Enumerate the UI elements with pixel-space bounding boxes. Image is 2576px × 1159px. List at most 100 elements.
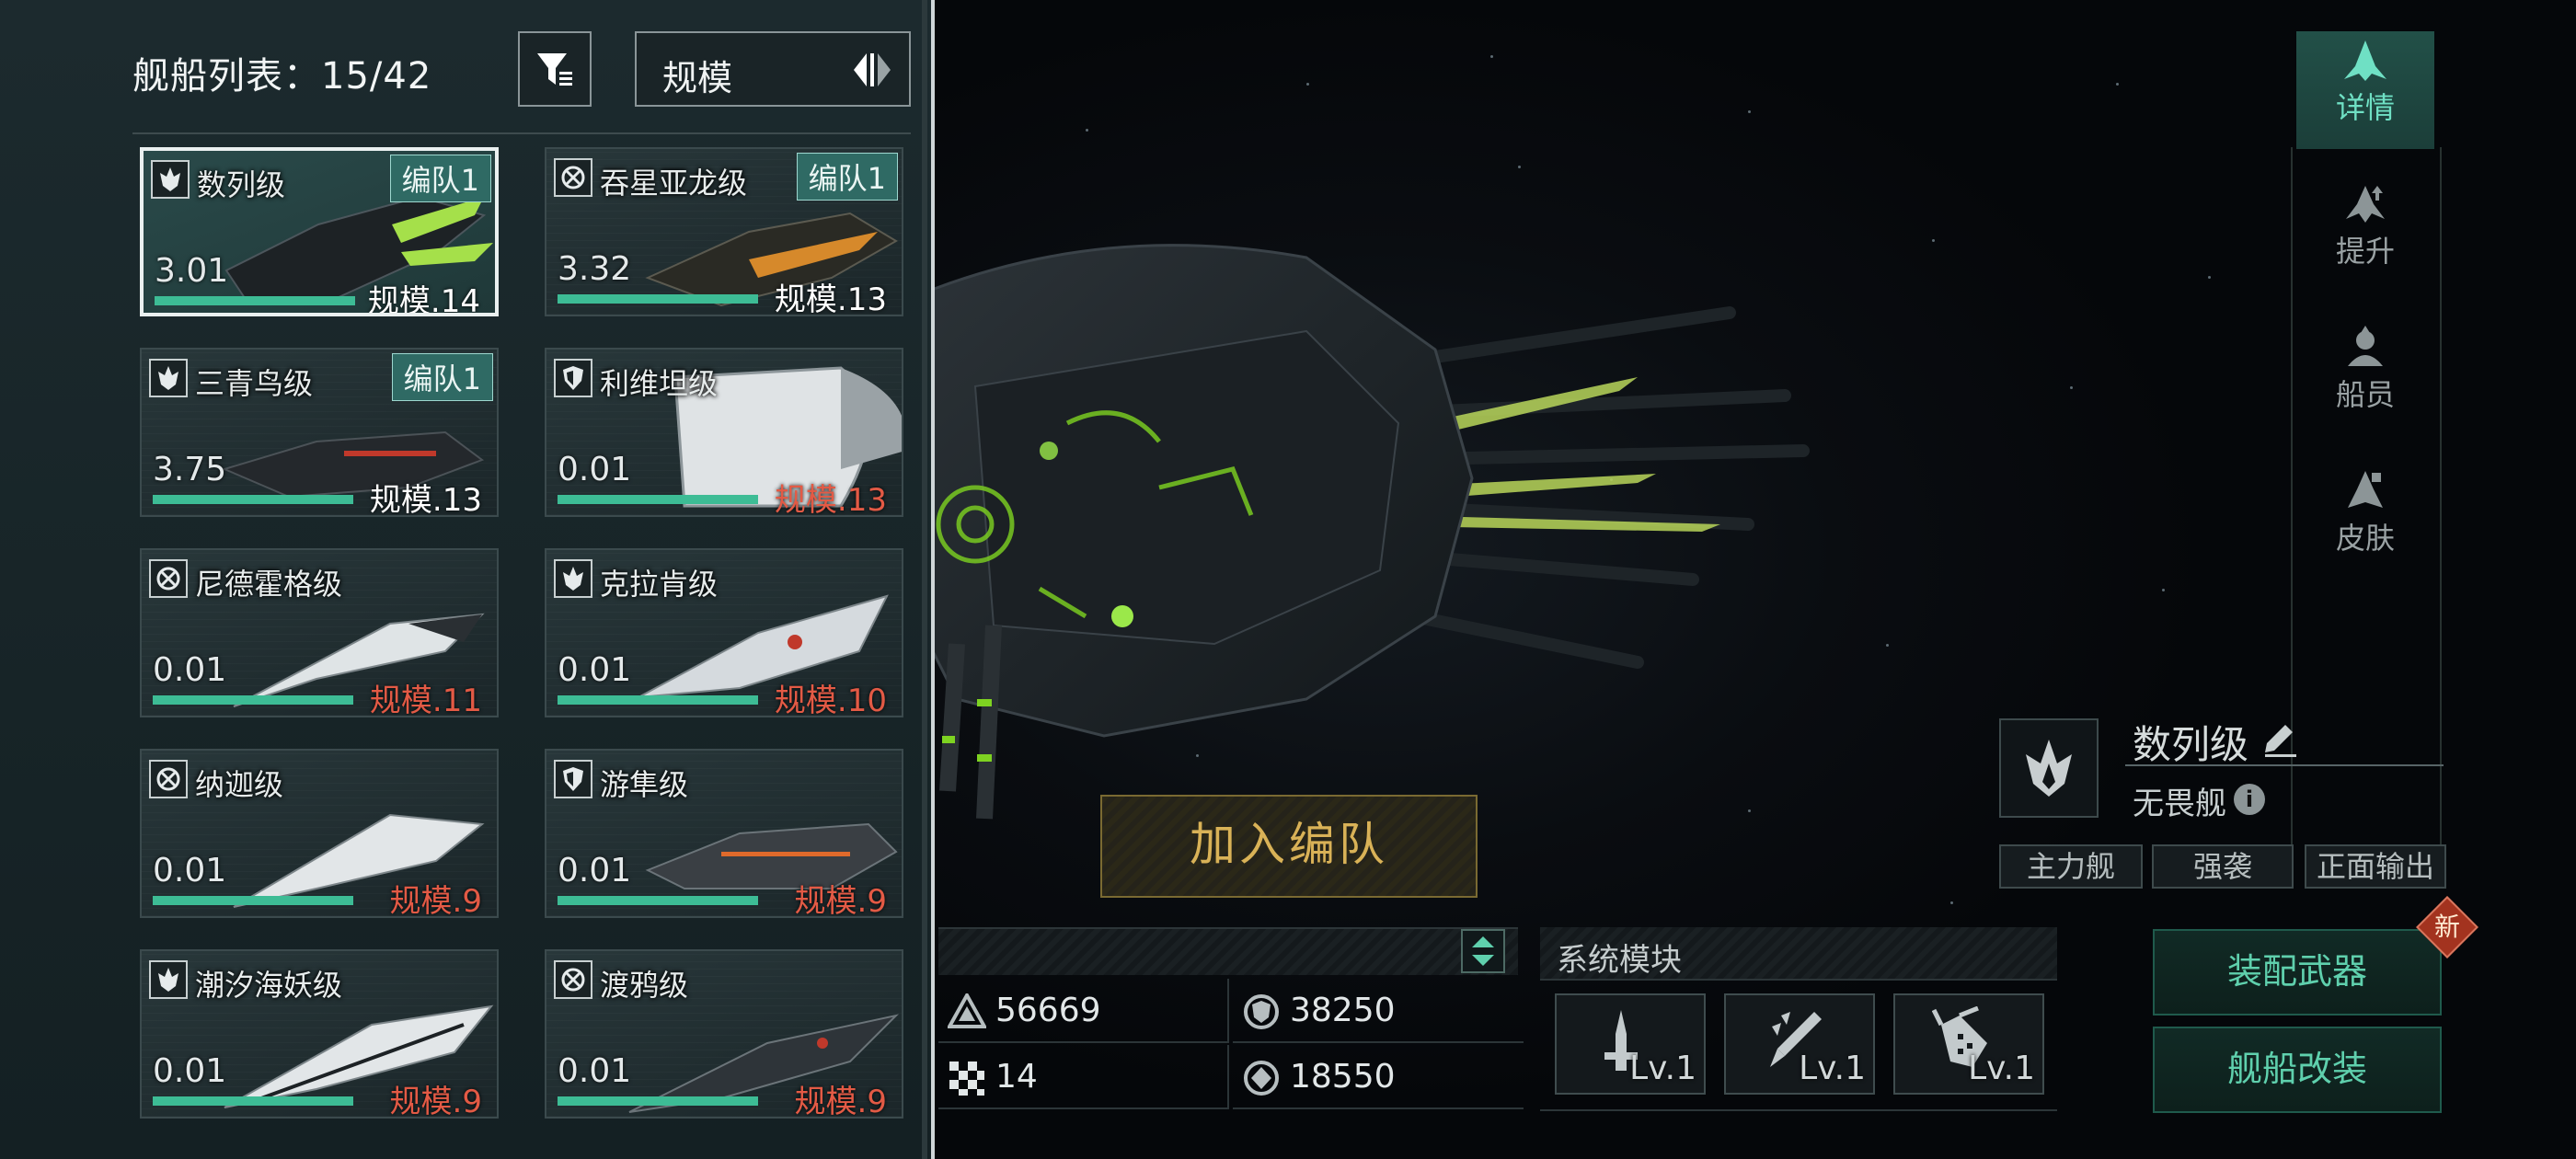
stats-toggle-button[interactable] [1461,929,1505,973]
stat-energy: 18550 [1233,1045,1524,1109]
ship-name-underline [2125,764,2444,766]
ship-card[interactable]: 渡鸦级 0.01 规模.9 [545,949,903,1119]
panel-divider [132,132,911,134]
power-bar-fill [153,1096,353,1106]
sort-order-icon [854,53,891,86]
equip-weapons-button[interactable]: 装配武器 [2153,929,2442,1016]
star [1490,55,1493,58]
ship-detail-icon [2344,40,2386,81]
edit-name-icon[interactable] [2261,721,2298,758]
ship-card[interactable]: 数列级 编队1 3.01 规模.14 [140,147,499,316]
ship-type: 无畏舰 [2133,786,2226,822]
power-bar [558,495,758,504]
ship-card[interactable]: 克拉肯级 0.01 规模.10 [545,548,903,717]
power-bar [558,695,758,705]
tab-details[interactable]: 详情 [2296,31,2434,149]
power-bar [153,495,353,504]
ship-modify-button[interactable]: 舰船改装 [2153,1027,2442,1113]
power-bar [558,294,758,304]
module-slot-2[interactable]: Lv.1 [1724,993,1875,1095]
power-bar [155,296,355,305]
ship-card-name: 克拉肯级 [600,567,719,602]
tab-skin-label: 皮肤 [2335,521,2395,556]
ship-card-name: 渡鸦级 [600,968,689,1003]
tab-upgrade-label: 提升 [2335,234,2395,269]
modules-bottom-line [1540,1109,2057,1111]
target-icon [149,559,188,598]
ship-card[interactable]: 游隼级 0.01 规模.9 [545,749,903,918]
sort-label: 规模 [662,58,733,98]
ship-scale: 规模.9 [794,1084,887,1119]
ship-card-name: 游隼级 [600,767,689,802]
tab-skin[interactable]: 皮肤 [2296,462,2434,580]
stat-armor-value: 56669 [995,992,1101,1029]
filter-icon [537,53,572,86]
stat-shield-value: 38250 [1290,992,1396,1029]
tab-details-label: 详情 [2335,90,2395,125]
ship-scale: 规模.14 [367,283,480,316]
power-bar [558,1096,758,1106]
shield-icon [554,760,592,798]
checker-icon [949,1061,984,1096]
ship-class-emblem [1999,718,2099,818]
stats-header [938,927,1518,975]
flame-icon [149,960,188,999]
star [2070,386,2073,389]
new-badge-label: 新 [2433,912,2460,942]
upgrade-icon [2346,186,2385,223]
ship-card[interactable]: 潮汐海妖级 0.01 规模.9 [140,949,499,1119]
role-tag-frontal: 正面输出 [2305,844,2446,889]
tab-crew[interactable]: 船员 [2296,318,2434,436]
role-tag-main: 主力舰 [1999,844,2143,889]
ship-card[interactable]: 吞星亚龙级 编队1 3.32 规模.13 [545,147,903,316]
ship-card[interactable]: 三青鸟级 编队1 3.75 规模.13 [140,348,499,517]
ship-card-name: 数列级 [197,167,286,202]
ship-stats-grid: 56669 38250 14 18550 [938,979,1524,1111]
star [2162,589,2165,591]
ship-card[interactable]: 尼德霍格级 0.01 规模.11 [140,548,499,717]
ship-scale: 规模.9 [794,883,887,918]
module-level-3: Lv.1 [1968,1050,2035,1087]
target-icon [554,960,592,999]
ship-power: 0.01 [153,651,227,689]
skin-icon [2348,471,2383,508]
join-fleet-button[interactable]: 加入编队 [1100,795,1478,898]
system-modules-header: 系统模块 [1540,927,2057,981]
power-bar [558,896,758,905]
module-level-2: Lv.1 [1799,1050,1866,1087]
flame-icon [149,359,188,397]
power-bar [153,1096,353,1106]
power-bar-fill [155,296,355,305]
power-bar-fill [558,495,758,504]
sort-dropdown[interactable]: 规模 [635,31,911,107]
ship-power: 0.01 [558,852,632,889]
ship-power: 0.01 [153,1052,227,1090]
ship-scale: 规模.9 [389,1084,482,1119]
power-bar-fill [558,294,758,304]
ship-card[interactable]: 纳迦级 0.01 规模.9 [140,749,499,918]
module-slot-3[interactable]: Lv.1 [1893,993,2044,1095]
ship-scale: 规模.9 [389,883,482,918]
fleet-list-title: 舰船列表：15/42 [132,55,432,98]
ship-scale: 规模.10 [774,683,887,717]
star [1518,166,1521,168]
info-icon[interactable]: i [2234,784,2265,815]
ship-card[interactable]: 利维坦级 0.01 规模.13 [545,348,903,517]
power-bar [153,695,353,705]
ship-card-name: 三青鸟级 [195,366,314,401]
flame-icon [554,559,592,598]
expand-collapse-icon [1472,936,1494,966]
crew-icon [2348,326,2383,366]
ship-card-name: 利维坦级 [600,366,719,401]
tab-upgrade[interactable]: 提升 [2296,175,2434,293]
ship-power: 0.01 [558,451,632,488]
list-scrollbar[interactable] [922,0,927,1159]
stat-shield: 38250 [1233,979,1524,1043]
filter-button[interactable] [518,31,592,107]
fleet-badge: 编队1 [389,155,491,202]
ship-card-name: 潮汐海妖级 [195,968,343,1003]
target-icon [149,760,188,798]
star [1306,83,1309,86]
flame-icon [151,160,190,199]
module-slot-1[interactable]: Lv.1 [1555,993,1706,1095]
